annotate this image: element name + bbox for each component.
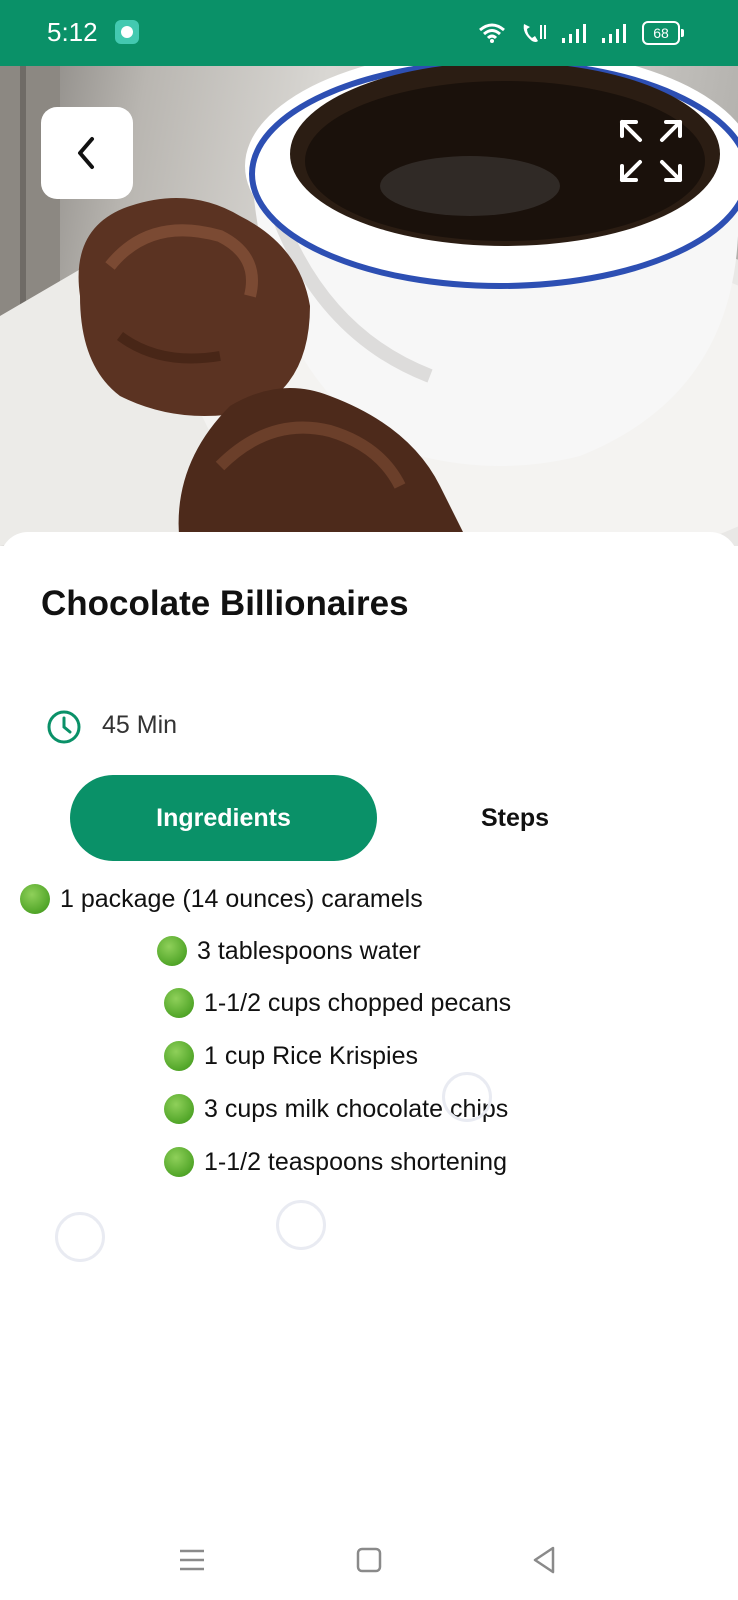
tab-ingredients[interactable]: Ingredients <box>70 775 377 861</box>
menu-icon[interactable] <box>172 1540 212 1580</box>
battery-icon: 68 <box>642 21 684 45</box>
ingredient-text: 1 cup Rice Krispies <box>204 1041 418 1070</box>
back-triangle-icon[interactable] <box>525 1540 565 1580</box>
chevron-left-icon <box>78 137 94 169</box>
list-item: 1 cup Rice Krispies <box>164 1041 418 1071</box>
wifi-call-icon <box>523 24 546 42</box>
touch-ripple <box>442 1072 492 1122</box>
status-icons: 68 <box>478 18 684 48</box>
signal-icon <box>562 24 586 43</box>
ingredient-text: 1 package (14 ounces) caramels <box>60 884 423 913</box>
recipe-title: Chocolate Billionaires <box>41 584 409 623</box>
ingredient-text: 1-1/2 teaspoons shortening <box>204 1147 507 1176</box>
status-time: 5:12 <box>47 17 98 47</box>
clock-icon <box>47 710 81 744</box>
signal-icon <box>602 24 626 43</box>
status-bar: 5:12 68 <box>0 0 738 66</box>
green-circle-icon <box>164 1041 194 1071</box>
list-item: 3 tablespoons water <box>157 936 421 966</box>
tab-steps[interactable]: Steps <box>440 775 590 861</box>
home-icon[interactable] <box>349 1540 389 1580</box>
system-nav-bar <box>0 1520 738 1600</box>
green-circle-icon <box>20 884 50 914</box>
touch-ripple <box>276 1200 326 1250</box>
notification-app-icon <box>115 20 139 44</box>
duration-label: 45 Min <box>102 711 178 739</box>
ingredient-text: 1-1/2 cups chopped pecans <box>204 988 512 1017</box>
list-item: 1-1/2 cups chopped pecans <box>164 988 511 1018</box>
list-item: 1-1/2 teaspoons shortening <box>164 1147 507 1177</box>
back-button[interactable] <box>41 107 133 199</box>
green-circle-icon <box>157 936 187 966</box>
recipe-hero-image <box>0 66 738 546</box>
wifi-icon <box>479 23 505 43</box>
green-circle-icon <box>164 1094 194 1124</box>
ingredient-text: 3 tablespoons water <box>197 936 421 965</box>
fullscreen-icon[interactable] <box>618 118 684 184</box>
green-circle-icon <box>164 988 194 1018</box>
touch-ripple <box>55 1212 105 1262</box>
list-item: 1 package (14 ounces) caramels <box>20 884 423 914</box>
green-circle-icon <box>164 1147 194 1177</box>
